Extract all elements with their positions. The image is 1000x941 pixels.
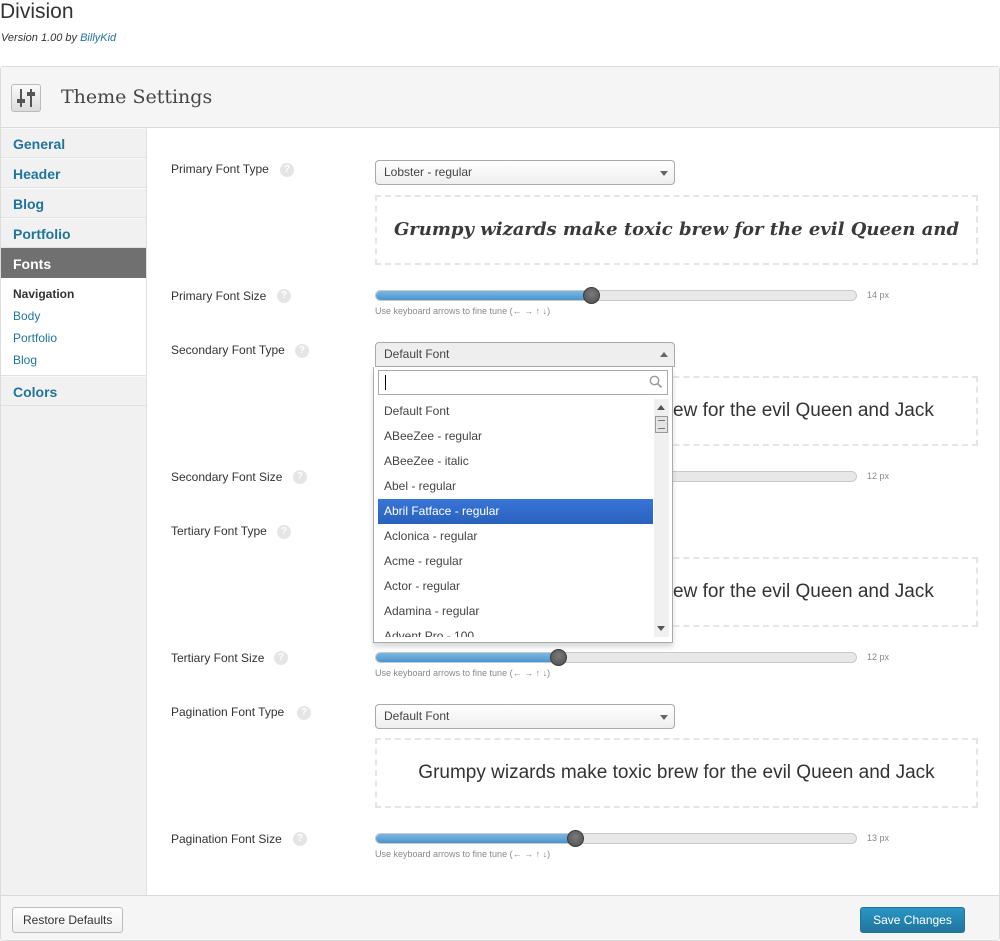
sidebar-item-portfolio[interactable]: Portfolio bbox=[1, 218, 146, 248]
chevron-down-icon bbox=[660, 171, 668, 176]
sidebar-item-blog[interactable]: Blog bbox=[1, 188, 146, 218]
dropdown-option[interactable]: ABeeZee - regular bbox=[378, 424, 653, 449]
scroll-up-icon[interactable] bbox=[657, 405, 665, 410]
subnav-item-portfolio[interactable]: Portfolio bbox=[13, 327, 146, 349]
sidebar: General Header Blog Portfolio Fonts Navi… bbox=[1, 128, 155, 895]
primary-font-size-label: Primary Font Size bbox=[171, 289, 267, 303]
subnav-item-navigation[interactable]: Navigation bbox=[13, 283, 146, 305]
text-caret bbox=[385, 375, 386, 390]
slider-fill bbox=[376, 834, 576, 843]
primary-font-type-label: Primary Font Type bbox=[171, 162, 269, 176]
dropdown-option[interactable]: Advent Pro - 100 bbox=[378, 624, 653, 637]
panel-title: Theme Settings bbox=[61, 86, 213, 108]
primary-font-size-slider[interactable] bbox=[375, 290, 857, 301]
dropdown-search-input[interactable] bbox=[378, 370, 668, 395]
help-icon[interactable]: ? bbox=[274, 651, 288, 665]
tertiary-font-size-slider[interactable] bbox=[375, 652, 857, 663]
tertiary-font-size-label: Tertiary Font Size bbox=[171, 651, 265, 665]
secondary-font-size-value: 12 px bbox=[867, 471, 890, 481]
slider-hint: Use keyboard arrows to fine tune (← → ↑ … bbox=[375, 306, 551, 316]
sidebar-item-colors[interactable]: Colors bbox=[1, 376, 146, 406]
pagination-font-type-select[interactable]: Default Font bbox=[375, 704, 675, 729]
restore-defaults-button[interactable]: Restore Defaults bbox=[12, 907, 124, 933]
dropdown-option[interactable]: Abel - regular bbox=[378, 474, 653, 499]
slider-handle[interactable] bbox=[549, 649, 567, 666]
pagination-font-size-value: 13 px bbox=[867, 833, 890, 843]
slider-fill bbox=[376, 291, 592, 300]
fonts-subnav: Navigation Body Portfolio Blog bbox=[1, 278, 146, 376]
slider-hint: Use keyboard arrows to fine tune (← → ↑ … bbox=[375, 849, 551, 859]
secondary-font-size-label: Secondary Font Size bbox=[171, 470, 283, 484]
dropdown-option[interactable]: Adamina - regular bbox=[378, 599, 653, 624]
sidebar-item-general[interactable]: General bbox=[1, 128, 146, 158]
dropdown-option[interactable]: Acme - regular bbox=[378, 549, 653, 574]
help-icon[interactable]: ? bbox=[277, 289, 291, 303]
subnav-item-body[interactable]: Body bbox=[13, 305, 146, 327]
primary-font-preview: Grumpy wizards make toxic brew for the e… bbox=[375, 195, 978, 265]
select-value: Lobster - regular bbox=[384, 165, 473, 179]
primary-font-type-select[interactable]: Lobster - regular bbox=[375, 160, 675, 185]
dropdown-option-highlighted[interactable]: Abril Fatface - regular bbox=[378, 499, 653, 524]
dropdown-option[interactable]: Actor - regular bbox=[378, 574, 653, 599]
author-link[interactable]: BillyKid bbox=[80, 32, 116, 44]
dropdown-option[interactable]: ABeeZee - italic bbox=[378, 449, 653, 474]
pagination-font-size-slider[interactable] bbox=[375, 833, 857, 844]
tertiary-font-size-value: 12 px bbox=[867, 652, 890, 662]
help-icon[interactable]: ? bbox=[277, 525, 291, 539]
help-icon[interactable]: ? bbox=[293, 470, 307, 484]
sidebar-item-fonts[interactable]: Fonts bbox=[1, 248, 155, 279]
subnav-item-blog[interactable]: Blog bbox=[13, 349, 146, 371]
scroll-down-icon[interactable] bbox=[657, 626, 665, 631]
pagination-font-preview: Grumpy wizards make toxic brew for the e… bbox=[375, 738, 978, 808]
sidebar-item-header[interactable]: Header bbox=[1, 158, 146, 188]
site-version: Version 1.00 by BillyKid bbox=[1, 32, 116, 44]
slider-handle[interactable] bbox=[566, 830, 584, 847]
chevron-down-icon bbox=[660, 715, 668, 720]
chevron-up-icon bbox=[660, 352, 668, 357]
secondary-font-type-label: Secondary Font Type bbox=[171, 343, 285, 357]
dropdown-option[interactable]: Aclonica - regular bbox=[378, 524, 653, 549]
site-title: Division bbox=[0, 0, 74, 23]
panel-header: Theme Settings bbox=[1, 67, 999, 128]
save-changes-button[interactable]: Save Changes bbox=[860, 907, 965, 933]
slider-fill bbox=[376, 653, 559, 662]
help-icon[interactable]: ? bbox=[293, 832, 307, 846]
help-icon[interactable]: ? bbox=[295, 344, 309, 358]
panel-footer: Restore Defaults Save Changes bbox=[1, 895, 999, 940]
dropdown-options-list: Default Font ABeeZee - regular ABeeZee -… bbox=[378, 399, 653, 637]
slider-hint: Use keyboard arrows to fine tune (← → ↑ … bbox=[375, 668, 551, 678]
help-icon[interactable]: ? bbox=[297, 706, 311, 720]
select-value: Default Font bbox=[384, 347, 450, 361]
pagination-font-size-label: Pagination Font Size bbox=[171, 832, 282, 846]
secondary-font-type-select[interactable]: Default Font bbox=[375, 342, 675, 367]
help-icon[interactable]: ? bbox=[280, 163, 294, 177]
sliders-icon bbox=[11, 84, 41, 112]
tertiary-font-type-label: Tertiary Font Type bbox=[171, 524, 267, 538]
slider-handle[interactable] bbox=[583, 287, 601, 304]
dropdown-scrollbar[interactable] bbox=[654, 399, 669, 637]
primary-font-size-value: 14 px bbox=[867, 290, 890, 300]
secondary-font-dropdown: Default Font ABeeZee - regular ABeeZee -… bbox=[373, 367, 673, 643]
search-icon bbox=[649, 375, 663, 389]
version-text: Version 1.00 by bbox=[1, 32, 78, 44]
pagination-font-type-label: Pagination Font Type bbox=[171, 705, 285, 719]
scroll-thumb[interactable] bbox=[655, 416, 668, 433]
dropdown-option[interactable]: Default Font bbox=[378, 399, 653, 424]
select-value: Default Font bbox=[384, 709, 450, 723]
